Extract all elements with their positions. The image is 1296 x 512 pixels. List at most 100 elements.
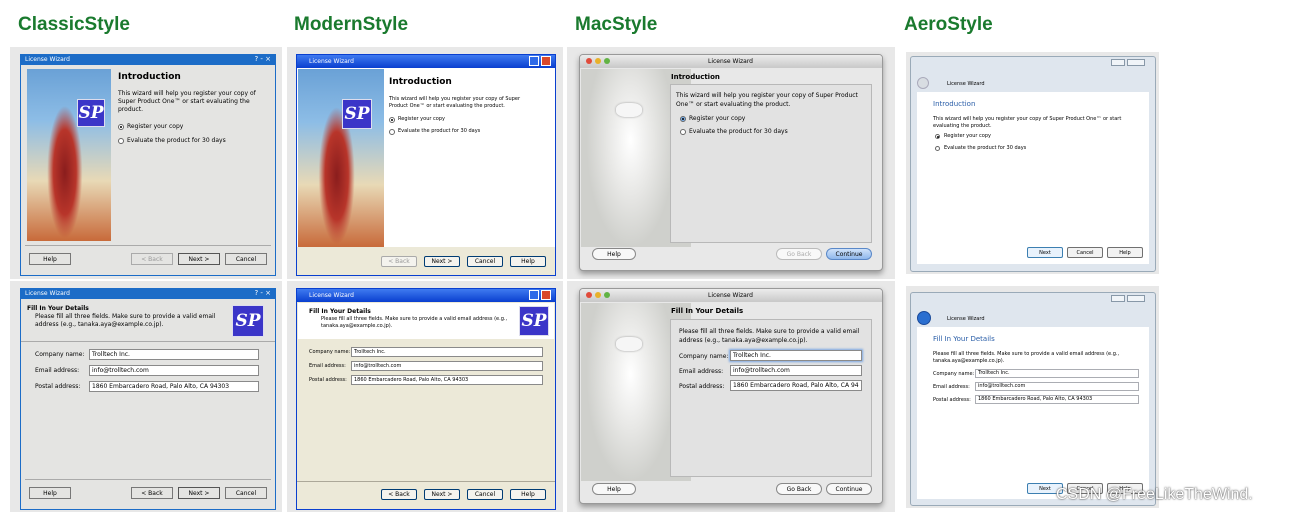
next-button[interactable]: Next > bbox=[178, 487, 220, 499]
evaluate-label[interactable]: Evaluate the product for 30 days bbox=[127, 137, 226, 144]
heading-mac-style: MacStyle bbox=[575, 14, 658, 35]
register-radio[interactable] bbox=[389, 117, 395, 123]
back-button[interactable]: < Back bbox=[131, 253, 173, 265]
close-icon[interactable] bbox=[1127, 59, 1145, 66]
aero-details-window: License Wizard Fill In Your Details Plea… bbox=[910, 292, 1156, 506]
help-button[interactable]: Help bbox=[510, 256, 546, 267]
mac-intro-window: License Wizard Introduction This wizard … bbox=[579, 54, 883, 271]
back-arrow-icon[interactable] bbox=[917, 311, 931, 325]
cancel-button[interactable]: Cancel bbox=[467, 489, 503, 500]
back-button[interactable]: < Back bbox=[131, 487, 173, 499]
help-icon[interactable] bbox=[529, 56, 539, 66]
company-label: Company name: bbox=[309, 349, 351, 355]
email-field[interactable]: info@trolltech.com bbox=[975, 382, 1139, 391]
minimize-icon[interactable] bbox=[595, 292, 601, 298]
postal-field[interactable]: 1860 Embarcadero Road, Palo Alto, CA 943… bbox=[89, 381, 259, 392]
close-icon[interactable] bbox=[541, 290, 551, 300]
register-label[interactable]: Register your copy bbox=[127, 123, 183, 130]
evaluate-radio[interactable] bbox=[935, 146, 940, 151]
page-title: Introduction bbox=[118, 72, 181, 82]
evaluate-radio[interactable] bbox=[118, 138, 124, 144]
divider bbox=[25, 245, 271, 246]
company-field[interactable]: Trolltech Inc. bbox=[975, 369, 1139, 378]
register-radio[interactable] bbox=[935, 134, 940, 139]
email-label: Email address: bbox=[933, 384, 970, 390]
postal-field[interactable]: 1860 Embarcadero Road, Palo Alto, CA 943… bbox=[351, 375, 543, 385]
csdn-watermark: CSDN @FreeLikeTheWind. bbox=[1056, 486, 1253, 503]
evaluate-radio[interactable] bbox=[680, 129, 686, 135]
postal-field[interactable]: 1860 Embarcadero Road, Palo Alto, CA 94 bbox=[730, 380, 862, 391]
postal-field[interactable]: 1860 Embarcadero Road, Palo Alto, CA 943… bbox=[975, 395, 1139, 404]
next-button[interactable]: Next > bbox=[178, 253, 220, 265]
details-text: Please fill all three fields. Make sure … bbox=[35, 313, 216, 328]
window-title: License Wizard bbox=[309, 58, 354, 65]
details-text: Please fill all three fields. Make sure … bbox=[933, 351, 1120, 364]
window-title: License Wizard bbox=[947, 81, 985, 87]
close-icon[interactable] bbox=[541, 56, 551, 66]
zoom-icon[interactable] bbox=[604, 58, 610, 64]
window-title: License Wizard bbox=[947, 316, 985, 322]
help-button[interactable]: Help bbox=[592, 248, 636, 260]
intro-text: This wizard will help you register your … bbox=[676, 92, 858, 108]
company-label: Company name: bbox=[35, 351, 85, 358]
page-title: Introduction bbox=[389, 77, 452, 87]
next-button[interactable]: Next > bbox=[424, 256, 460, 267]
go-back-button[interactable]: Go Back bbox=[776, 248, 822, 260]
bowtie-icon bbox=[616, 337, 642, 351]
window-title: License Wizard bbox=[309, 292, 354, 299]
window-title: License Wizard bbox=[708, 58, 753, 65]
title-controls[interactable]: ? - × bbox=[254, 55, 271, 63]
evaluate-label[interactable]: Evaluate the product for 30 days bbox=[398, 128, 480, 134]
logo-icon: SP bbox=[519, 306, 549, 336]
register-label[interactable]: Register your copy bbox=[398, 116, 445, 122]
window-title: License Wizard bbox=[25, 290, 70, 297]
evaluate-label[interactable]: Evaluate the product for 30 days bbox=[944, 145, 1026, 151]
register-label[interactable]: Register your copy bbox=[944, 133, 991, 139]
help-icon[interactable] bbox=[1111, 59, 1125, 66]
divider bbox=[25, 479, 271, 480]
help-button[interactable]: Help bbox=[592, 483, 636, 495]
continue-button[interactable]: Continue bbox=[826, 248, 872, 260]
zoom-icon[interactable] bbox=[604, 292, 610, 298]
back-button[interactable]: < Back bbox=[381, 256, 417, 267]
continue-button[interactable]: Continue bbox=[826, 483, 872, 495]
help-button[interactable]: Help bbox=[29, 487, 71, 499]
go-back-button[interactable]: Go Back bbox=[776, 483, 822, 495]
back-arrow-icon[interactable] bbox=[917, 77, 929, 89]
postal-label: Postal address: bbox=[35, 383, 81, 390]
company-field[interactable]: Trolltech Inc. bbox=[730, 350, 862, 361]
close-icon[interactable] bbox=[586, 292, 592, 298]
modern-intro-window: License Wizard SP Introduction This wiza… bbox=[296, 54, 556, 276]
email-field[interactable]: info@trolltech.com bbox=[89, 365, 259, 376]
minimize-icon[interactable] bbox=[595, 58, 601, 64]
close-icon[interactable] bbox=[1127, 295, 1145, 302]
divider bbox=[297, 481, 555, 482]
cancel-button[interactable]: Cancel bbox=[467, 256, 503, 267]
company-field[interactable]: Trolltech Inc. bbox=[89, 349, 259, 360]
back-button[interactable]: < Back bbox=[381, 489, 417, 500]
company-field[interactable]: Trolltech Inc. bbox=[351, 347, 543, 357]
modern-details-window: License Wizard Fill In Your Details Plea… bbox=[296, 288, 556, 510]
help-icon[interactable] bbox=[529, 290, 539, 300]
email-field[interactable]: info@trolltech.com bbox=[351, 361, 543, 371]
next-button[interactable]: Next bbox=[1027, 247, 1063, 258]
help-button[interactable]: Help bbox=[29, 253, 71, 265]
evaluate-label[interactable]: Evaluate the product for 30 days bbox=[689, 128, 788, 135]
help-icon[interactable] bbox=[1111, 295, 1125, 302]
email-field[interactable]: info@trolltech.com bbox=[730, 365, 862, 376]
cancel-button[interactable]: Cancel bbox=[225, 253, 267, 265]
evaluate-radio[interactable] bbox=[389, 129, 395, 135]
help-button[interactable]: Help bbox=[510, 489, 546, 500]
register-label[interactable]: Register your copy bbox=[689, 115, 745, 122]
close-icon[interactable] bbox=[586, 58, 592, 64]
next-button[interactable]: Next > bbox=[424, 489, 460, 500]
register-radio[interactable] bbox=[680, 116, 686, 122]
intro-text: This wizard will help you register your … bbox=[933, 116, 1122, 129]
wizard-watermark-image bbox=[298, 69, 384, 247]
title-controls[interactable]: ? - × bbox=[254, 289, 271, 297]
help-button[interactable]: Help bbox=[1107, 247, 1143, 258]
window-title: License Wizard bbox=[25, 56, 70, 63]
register-radio[interactable] bbox=[118, 124, 124, 130]
cancel-button[interactable]: Cancel bbox=[1067, 247, 1103, 258]
cancel-button[interactable]: Cancel bbox=[225, 487, 267, 499]
